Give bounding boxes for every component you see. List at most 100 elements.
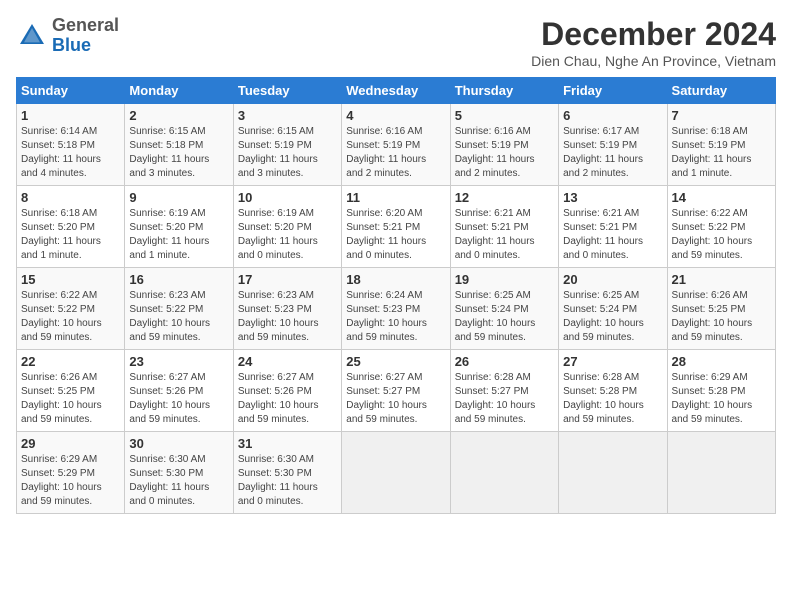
day-info: Sunrise: 6:14 AMSunset: 5:18 PMDaylight:… xyxy=(21,125,120,181)
calendar-header-row: Sunday Monday Tuesday Wednesday Thursday… xyxy=(17,78,776,104)
table-row: 4 Sunrise: 6:16 AMSunset: 5:19 PMDaylight… xyxy=(342,104,450,186)
table-row: 2 Sunrise: 6:15 AMSunset: 5:18 PMDaylight… xyxy=(125,104,233,186)
table-row: 29Sunrise: 6:29 AMSunset: 5:29 PMDayligh… xyxy=(17,432,125,514)
day-info: Sunrise: 6:16 AMSunset: 5:19 PMDaylight:… xyxy=(455,125,554,181)
table-row: 15 Sunrise: 6:22 AMSunset: 5:22 PMDayligh… xyxy=(17,268,125,350)
logo-blue-text: Blue xyxy=(52,35,91,55)
table-row: 9Sunrise: 6:19 AMSunset: 5:20 PMDaylight… xyxy=(125,186,233,268)
day-number: 4 xyxy=(346,108,445,123)
col-tuesday: Tuesday xyxy=(233,78,341,104)
day-info: Sunrise: 6:16 AMSunset: 5:19 PMDaylight:… xyxy=(346,125,445,181)
week-row-3: 15 Sunrise: 6:22 AMSunset: 5:22 PMDayligh… xyxy=(17,268,776,350)
day-number: 30 xyxy=(129,436,228,451)
table-row: 27 Sunrise: 6:28 AMSunset: 5:28 PMDayligh… xyxy=(559,350,667,432)
table-row: 14 Sunrise: 6:22 AMSunset: 5:22 PMDayligh… xyxy=(667,186,775,268)
day-number: 2 xyxy=(129,108,228,123)
day-number: 21 xyxy=(672,272,771,287)
day-info: Sunrise: 6:21 AMSunset: 5:21 PMDaylight:… xyxy=(563,207,662,263)
day-number: 28 xyxy=(672,354,771,369)
day-info: Sunrise: 6:18 AMSunset: 5:20 PMDaylight:… xyxy=(21,207,120,263)
day-info: Sunrise: 6:23 AMSunset: 5:23 PMDaylight:… xyxy=(238,289,337,345)
table-row: 12 Sunrise: 6:21 AMSunset: 5:21 PMDayligh… xyxy=(450,186,558,268)
day-info: Sunrise: 6:20 AMSunset: 5:21 PMDaylight:… xyxy=(346,207,445,263)
day-info: Sunrise: 6:19 AMSunset: 5:20 PMDaylight:… xyxy=(238,207,337,263)
day-info: Sunrise: 6:29 AMSunset: 5:28 PMDaylight:… xyxy=(672,371,771,427)
day-info: Sunrise: 6:21 AMSunset: 5:21 PMDaylight:… xyxy=(455,207,554,263)
day-info: Sunrise: 6:23 AMSunset: 5:22 PMDaylight:… xyxy=(129,289,228,345)
week-row-1: 1Sunrise: 6:14 AMSunset: 5:18 PMDaylight… xyxy=(17,104,776,186)
col-sunday: Sunday xyxy=(17,78,125,104)
table-row: 31 Sunrise: 6:30 AMSunset: 5:30 PMDayligh… xyxy=(233,432,341,514)
table-row: 22 Sunrise: 6:26 AMSunset: 5:25 PMDayligh… xyxy=(17,350,125,432)
day-number: 15 xyxy=(21,272,120,287)
day-info: Sunrise: 6:27 AMSunset: 5:27 PMDaylight:… xyxy=(346,371,445,427)
table-row: 23 Sunrise: 6:27 AMSunset: 5:26 PMDayligh… xyxy=(125,350,233,432)
day-info: Sunrise: 6:27 AMSunset: 5:26 PMDaylight:… xyxy=(238,371,337,427)
day-number: 26 xyxy=(455,354,554,369)
day-number: 8 xyxy=(21,190,120,205)
week-row-2: 8 Sunrise: 6:18 AMSunset: 5:20 PMDaylight… xyxy=(17,186,776,268)
day-number: 22 xyxy=(21,354,120,369)
table-row: 8 Sunrise: 6:18 AMSunset: 5:20 PMDaylight… xyxy=(17,186,125,268)
table-row: 19Sunrise: 6:25 AMSunset: 5:24 PMDayligh… xyxy=(450,268,558,350)
table-row: 10 Sunrise: 6:19 AMSunset: 5:20 PMDayligh… xyxy=(233,186,341,268)
day-info: Sunrise: 6:26 AMSunset: 5:25 PMDaylight:… xyxy=(21,371,120,427)
day-number: 23 xyxy=(129,354,228,369)
day-number: 27 xyxy=(563,354,662,369)
month-title: December 2024 xyxy=(531,16,776,53)
table-row: 7 Sunrise: 6:18 AMSunset: 5:19 PMDaylight… xyxy=(667,104,775,186)
day-number: 9 xyxy=(129,190,228,205)
day-number: 5 xyxy=(455,108,554,123)
day-number: 10 xyxy=(238,190,337,205)
day-number: 24 xyxy=(238,354,337,369)
table-row: 25 Sunrise: 6:27 AMSunset: 5:27 PMDayligh… xyxy=(342,350,450,432)
day-number: 29 xyxy=(21,436,120,451)
day-number: 14 xyxy=(672,190,771,205)
table-row: 28 Sunrise: 6:29 AMSunset: 5:28 PMDayligh… xyxy=(667,350,775,432)
col-monday: Monday xyxy=(125,78,233,104)
day-info: Sunrise: 6:25 AMSunset: 5:24 PMDaylight:… xyxy=(563,289,662,345)
page-header: General Blue December 2024 Dien Chau, Ng… xyxy=(16,16,776,69)
table-row xyxy=(667,432,775,514)
table-row: 5 Sunrise: 6:16 AMSunset: 5:19 PMDaylight… xyxy=(450,104,558,186)
day-info: Sunrise: 6:24 AMSunset: 5:23 PMDaylight:… xyxy=(346,289,445,345)
week-row-5: 29Sunrise: 6:29 AMSunset: 5:29 PMDayligh… xyxy=(17,432,776,514)
col-thursday: Thursday xyxy=(450,78,558,104)
day-info: Sunrise: 6:22 AMSunset: 5:22 PMDaylight:… xyxy=(21,289,120,345)
day-number: 19 xyxy=(455,272,554,287)
day-number: 13 xyxy=(563,190,662,205)
day-number: 25 xyxy=(346,354,445,369)
table-row: 3 Sunrise: 6:15 AMSunset: 5:19 PMDaylight… xyxy=(233,104,341,186)
day-number: 16 xyxy=(129,272,228,287)
location-text: Dien Chau, Nghe An Province, Vietnam xyxy=(531,53,776,69)
day-info: Sunrise: 6:30 AMSunset: 5:30 PMDaylight:… xyxy=(129,453,228,509)
day-info: Sunrise: 6:18 AMSunset: 5:19 PMDaylight:… xyxy=(672,125,771,181)
day-info: Sunrise: 6:28 AMSunset: 5:28 PMDaylight:… xyxy=(563,371,662,427)
day-info: Sunrise: 6:30 AMSunset: 5:30 PMDaylight:… xyxy=(238,453,337,509)
day-info: Sunrise: 6:15 AMSunset: 5:18 PMDaylight:… xyxy=(129,125,228,181)
table-row: 21Sunrise: 6:26 AMSunset: 5:25 PMDayligh… xyxy=(667,268,775,350)
table-row: 11Sunrise: 6:20 AMSunset: 5:21 PMDayligh… xyxy=(342,186,450,268)
day-number: 31 xyxy=(238,436,337,451)
table-row xyxy=(342,432,450,514)
day-info: Sunrise: 6:15 AMSunset: 5:19 PMDaylight:… xyxy=(238,125,337,181)
col-saturday: Saturday xyxy=(667,78,775,104)
table-row xyxy=(450,432,558,514)
day-info: Sunrise: 6:27 AMSunset: 5:26 PMDaylight:… xyxy=(129,371,228,427)
day-number: 3 xyxy=(238,108,337,123)
day-number: 17 xyxy=(238,272,337,287)
day-number: 12 xyxy=(455,190,554,205)
table-row: 30 Sunrise: 6:30 AMSunset: 5:30 PMDayligh… xyxy=(125,432,233,514)
logo: General Blue xyxy=(16,16,119,56)
day-number: 20 xyxy=(563,272,662,287)
day-info: Sunrise: 6:17 AMSunset: 5:19 PMDaylight:… xyxy=(563,125,662,181)
table-row xyxy=(559,432,667,514)
logo-icon xyxy=(16,20,48,52)
table-row: 20 Sunrise: 6:25 AMSunset: 5:24 PMDayligh… xyxy=(559,268,667,350)
table-row: 13 Sunrise: 6:21 AMSunset: 5:21 PMDayligh… xyxy=(559,186,667,268)
table-row: 6Sunrise: 6:17 AMSunset: 5:19 PMDaylight… xyxy=(559,104,667,186)
day-info: Sunrise: 6:22 AMSunset: 5:22 PMDaylight:… xyxy=(672,207,771,263)
day-number: 7 xyxy=(672,108,771,123)
logo-general-text: General xyxy=(52,15,119,35)
table-row: 16 Sunrise: 6:23 AMSunset: 5:22 PMDayligh… xyxy=(125,268,233,350)
